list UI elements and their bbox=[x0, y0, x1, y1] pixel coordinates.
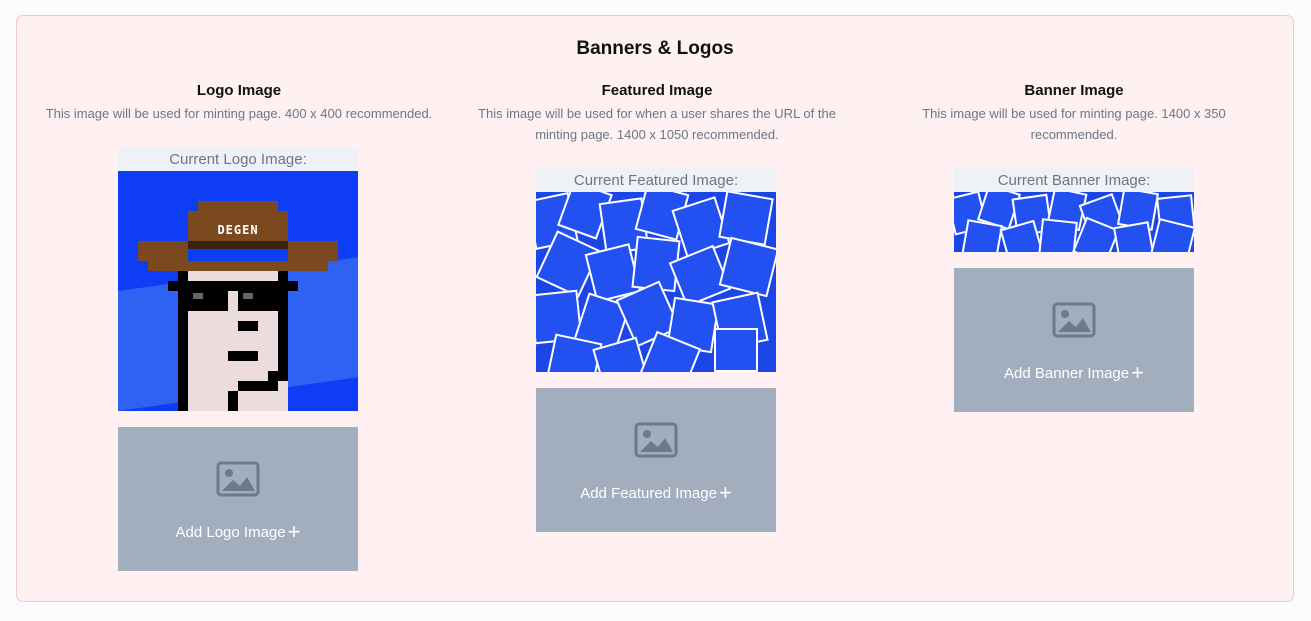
banners-logos-card: Banners & Logos Logo Image This image wi… bbox=[16, 15, 1294, 602]
logo-description: This image will be used for minting page… bbox=[45, 106, 433, 121]
logo-column: Logo Image This image will be used for m… bbox=[27, 82, 451, 124]
featured-description: This image will be used for when a user … bbox=[478, 106, 836, 142]
avatar-hat-text: DEGEN bbox=[217, 223, 259, 237]
banner-description: This image will be used for minting page… bbox=[922, 106, 1226, 142]
add-banner-image-button[interactable]: Add Banner Image+ bbox=[954, 268, 1194, 412]
add-featured-image-button[interactable]: Add Featured Image+ bbox=[536, 388, 776, 532]
image-icon bbox=[216, 461, 260, 497]
logo-avatar-image: DEGEN bbox=[118, 171, 358, 411]
logo-title: Logo Image bbox=[196, 82, 282, 99]
featured-column: Featured Image This image will be used f… bbox=[447, 82, 867, 145]
current-featured-preview: Current Featured Image: bbox=[536, 168, 776, 372]
add-logo-image-button[interactable]: Add Logo Image+ bbox=[118, 427, 358, 571]
add-logo-label: Add Logo Image+ bbox=[175, 519, 301, 544]
banner-title: Banner Image bbox=[1024, 82, 1124, 99]
section-title: Banners & Logos bbox=[576, 38, 734, 59]
banner-column: Banner Image This image will be used for… bbox=[867, 82, 1281, 145]
add-banner-label: Add Banner Image+ bbox=[1004, 360, 1144, 385]
plus-icon: + bbox=[718, 480, 732, 505]
current-logo-label: Current Logo Image: bbox=[169, 151, 307, 168]
image-icon bbox=[1052, 302, 1096, 338]
current-featured-label: Current Featured Image: bbox=[573, 172, 739, 189]
current-banner-preview: Current Banner Image: bbox=[954, 168, 1194, 252]
add-featured-label: Add Featured Image+ bbox=[580, 480, 732, 505]
featured-collage-image bbox=[536, 192, 776, 372]
featured-title: Featured Image bbox=[601, 82, 713, 99]
current-logo-preview: Current Logo Image: DEGEN bbox=[118, 147, 358, 411]
current-banner-label: Current Banner Image: bbox=[997, 172, 1151, 189]
plus-icon: + bbox=[287, 519, 301, 544]
banner-collage-image bbox=[954, 192, 1194, 252]
plus-icon: + bbox=[1131, 360, 1144, 385]
image-icon bbox=[634, 422, 678, 458]
